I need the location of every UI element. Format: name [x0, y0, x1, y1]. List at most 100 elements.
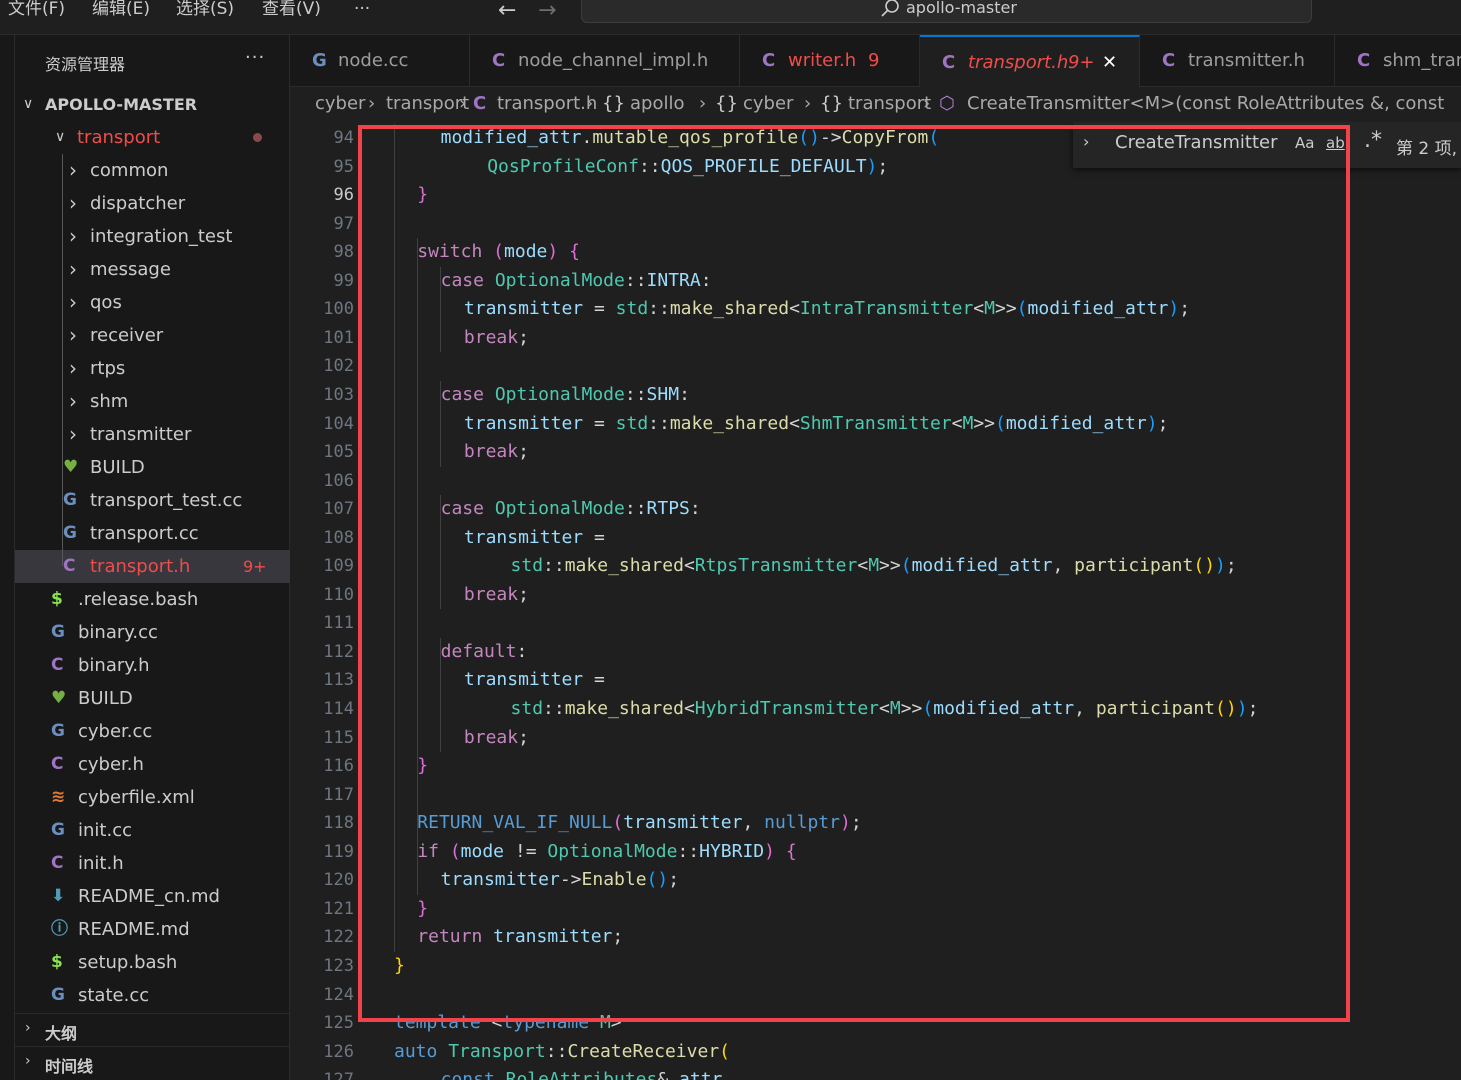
c-header-icon: C [51, 853, 64, 873]
tree-item[interactable]: Gstate.cc [15, 979, 290, 1012]
tree-item[interactable]: ♥ BUILD [15, 682, 290, 715]
tree-item[interactable]: Ginit.cc [15, 814, 290, 847]
code-editor[interactable]: 94 95 96 97 98 99 100 101 102 103 104 105 106 107 108 1… [290, 122, 1461, 1080]
match-whole-word-icon[interactable]: ab [1326, 134, 1345, 152]
code-line[interactable]: return transmitter; [417, 923, 623, 951]
code-line[interactable]: std::make_shared<RtpsTransmitter<M>>(mod… [511, 552, 1237, 580]
menu-view[interactable]: 查看(V) [262, 0, 321, 20]
regex-icon[interactable]: .* [1364, 128, 1382, 153]
tree-item[interactable]: Gbinary.cc [15, 616, 290, 649]
code-line[interactable]: const RoleAttributes& attr [441, 1066, 723, 1080]
code-line[interactable]: } [417, 181, 428, 209]
tree-item[interactable]: › message [15, 253, 290, 286]
tab-shm-tran[interactable]: Cshm_tran [1335, 35, 1461, 87]
code-token: ( [928, 127, 940, 148]
breadcrumb-item[interactable]: transport.h [497, 87, 597, 121]
code-line[interactable]: std::make_shared<HybridTransmitter<M>>(m… [511, 695, 1259, 723]
forward-arrow-icon[interactable]: → [538, 0, 556, 23]
tree-item[interactable]: Ccyber.h [15, 748, 290, 781]
code-token: : [700, 269, 712, 291]
toggle-replace-icon[interactable]: › [1083, 132, 1089, 151]
breadcrumb-item[interactable]: transport [386, 87, 469, 121]
tree-item[interactable]: ∨ transport [15, 121, 290, 154]
tree-item[interactable]: › transmitter [15, 418, 290, 451]
chevron-right-icon: › [69, 422, 77, 446]
code-line[interactable]: RETURN_VAL_IF_NULL(transmitter, nullptr)… [417, 809, 861, 837]
code-line[interactable]: case OptionalMode::RTPS: [441, 495, 701, 523]
breadcrumb-item[interactable]: CreateTransmitter<M>(const RoleAttribute… [967, 87, 1444, 121]
tree-item[interactable]: Gtransport.cc [15, 517, 290, 550]
code-line[interactable]: transmitter->Enable(); [441, 866, 679, 894]
code-line[interactable]: auto Transport::CreateReceiver( [394, 1038, 730, 1066]
tree-item[interactable]: › integration_test [15, 220, 290, 253]
code-line[interactable]: case OptionalMode::INTRA: [441, 267, 712, 295]
more-actions-icon[interactable]: ··· [245, 47, 265, 68]
tree-item[interactable]: › qos [15, 286, 290, 319]
breadcrumb-item[interactable]: transport [848, 87, 931, 121]
code-line[interactable]: case OptionalMode::SHM: [441, 381, 690, 409]
workspace-root[interactable]: ∨ APOLLO-MASTER [15, 88, 290, 121]
code-line[interactable]: } [417, 895, 428, 923]
tree-item[interactable]: › dispatcher [15, 187, 290, 220]
breadcrumb-item[interactable]: apollo [630, 87, 684, 121]
code-line[interactable]: } [394, 952, 405, 980]
code-line[interactable]: QosProfileConf::QOS_PROFILE_DEFAULT); [487, 153, 888, 181]
tree-item[interactable]: Ctransport.h 9+ [15, 550, 290, 583]
tree-item[interactable]: ≋ cyberfile.xml [15, 781, 290, 814]
tab-node-cc[interactable]: Gnode.cc [290, 35, 470, 87]
bash-icon: $ [51, 589, 63, 609]
tab-transmitter-h[interactable]: Ctransmitter.h [1140, 35, 1335, 87]
code-line[interactable]: default: [441, 638, 528, 666]
tab-transport-h[interactable]: Ctransport.h 9+ ✕ [920, 35, 1140, 87]
code-line[interactable]: transmitter = [464, 666, 605, 694]
tree-item[interactable]: Gtransport_test.cc [15, 484, 290, 517]
tree-item[interactable]: ♥ BUILD [15, 451, 290, 484]
outline-section[interactable]: › 大纲 [15, 1013, 290, 1046]
code-token: : [689, 498, 701, 520]
code-token: < [879, 698, 890, 719]
code-token: >> [994, 298, 1017, 320]
tree-item[interactable]: Cbinary.h [15, 649, 290, 682]
tree-item[interactable]: ⬇ README_cn.md [15, 880, 290, 913]
code-token: IntraTransmitter [799, 298, 974, 320]
code-token: :: [677, 840, 700, 862]
code-line[interactable]: modified_attr.mutable_qos_profile()->Cop… [441, 124, 940, 152]
tree-item[interactable]: $ setup.bash [15, 946, 290, 979]
tree-item[interactable]: Gcyber.cc [15, 715, 290, 748]
close-icon[interactable]: ✕ [1102, 37, 1117, 87]
code-line[interactable]: if (mode != OptionalMode::HYBRID) { [417, 838, 796, 866]
find-input[interactable]: CreateTransmitter [1115, 132, 1278, 153]
line-number: 119 [323, 841, 354, 862]
tree-item[interactable]: › rtps [15, 352, 290, 385]
tree-item[interactable]: ⓘ README.md [15, 913, 290, 946]
tree-item[interactable]: › shm [15, 385, 290, 418]
timeline-section[interactable]: › 时间线 [15, 1046, 290, 1079]
breadcrumb-item[interactable]: cyber [743, 87, 793, 121]
back-arrow-icon[interactable]: ← [498, 0, 516, 23]
tree-item[interactable]: › receiver [15, 319, 290, 352]
code-line[interactable]: transmitter = [464, 524, 605, 552]
code-line[interactable]: break; [464, 724, 529, 752]
tab-writer-h[interactable]: Cwriter.h 9 [740, 35, 920, 87]
code-line[interactable]: break; [464, 438, 529, 466]
tree-item[interactable]: › common [15, 154, 290, 187]
match-case-icon[interactable]: Aa [1295, 134, 1314, 152]
tab-node-channel-impl-h[interactable]: Cnode_channel_impl.h [470, 35, 740, 87]
code-line[interactable]: break; [464, 324, 529, 352]
menu-more[interactable]: ··· [354, 0, 370, 20]
code-line[interactable]: switch (mode) { [417, 238, 580, 266]
breadcrumb-item[interactable]: cyber [315, 87, 365, 121]
tree-item[interactable]: $ .release.bash [15, 583, 290, 616]
menu-file[interactable]: 文件(F) [8, 0, 65, 20]
tree-item[interactable]: Cinit.h [15, 847, 290, 880]
code-line[interactable]: break; [464, 581, 529, 609]
menu-selection[interactable]: 选择(S) [176, 0, 234, 20]
code-token: Transport [448, 1040, 546, 1062]
code-line[interactable]: template <typename M> [394, 1009, 622, 1037]
code-line[interactable]: transmitter = std::make_shared<ShmTransm… [464, 410, 1169, 438]
menu-edit[interactable]: 编辑(E) [92, 0, 150, 20]
code-token: modified_attr [1027, 298, 1169, 320]
code-line[interactable]: transmitter = std::make_shared<IntraTran… [464, 295, 1190, 323]
code-line[interactable]: } [417, 752, 428, 780]
code-token: ; [518, 726, 529, 748]
